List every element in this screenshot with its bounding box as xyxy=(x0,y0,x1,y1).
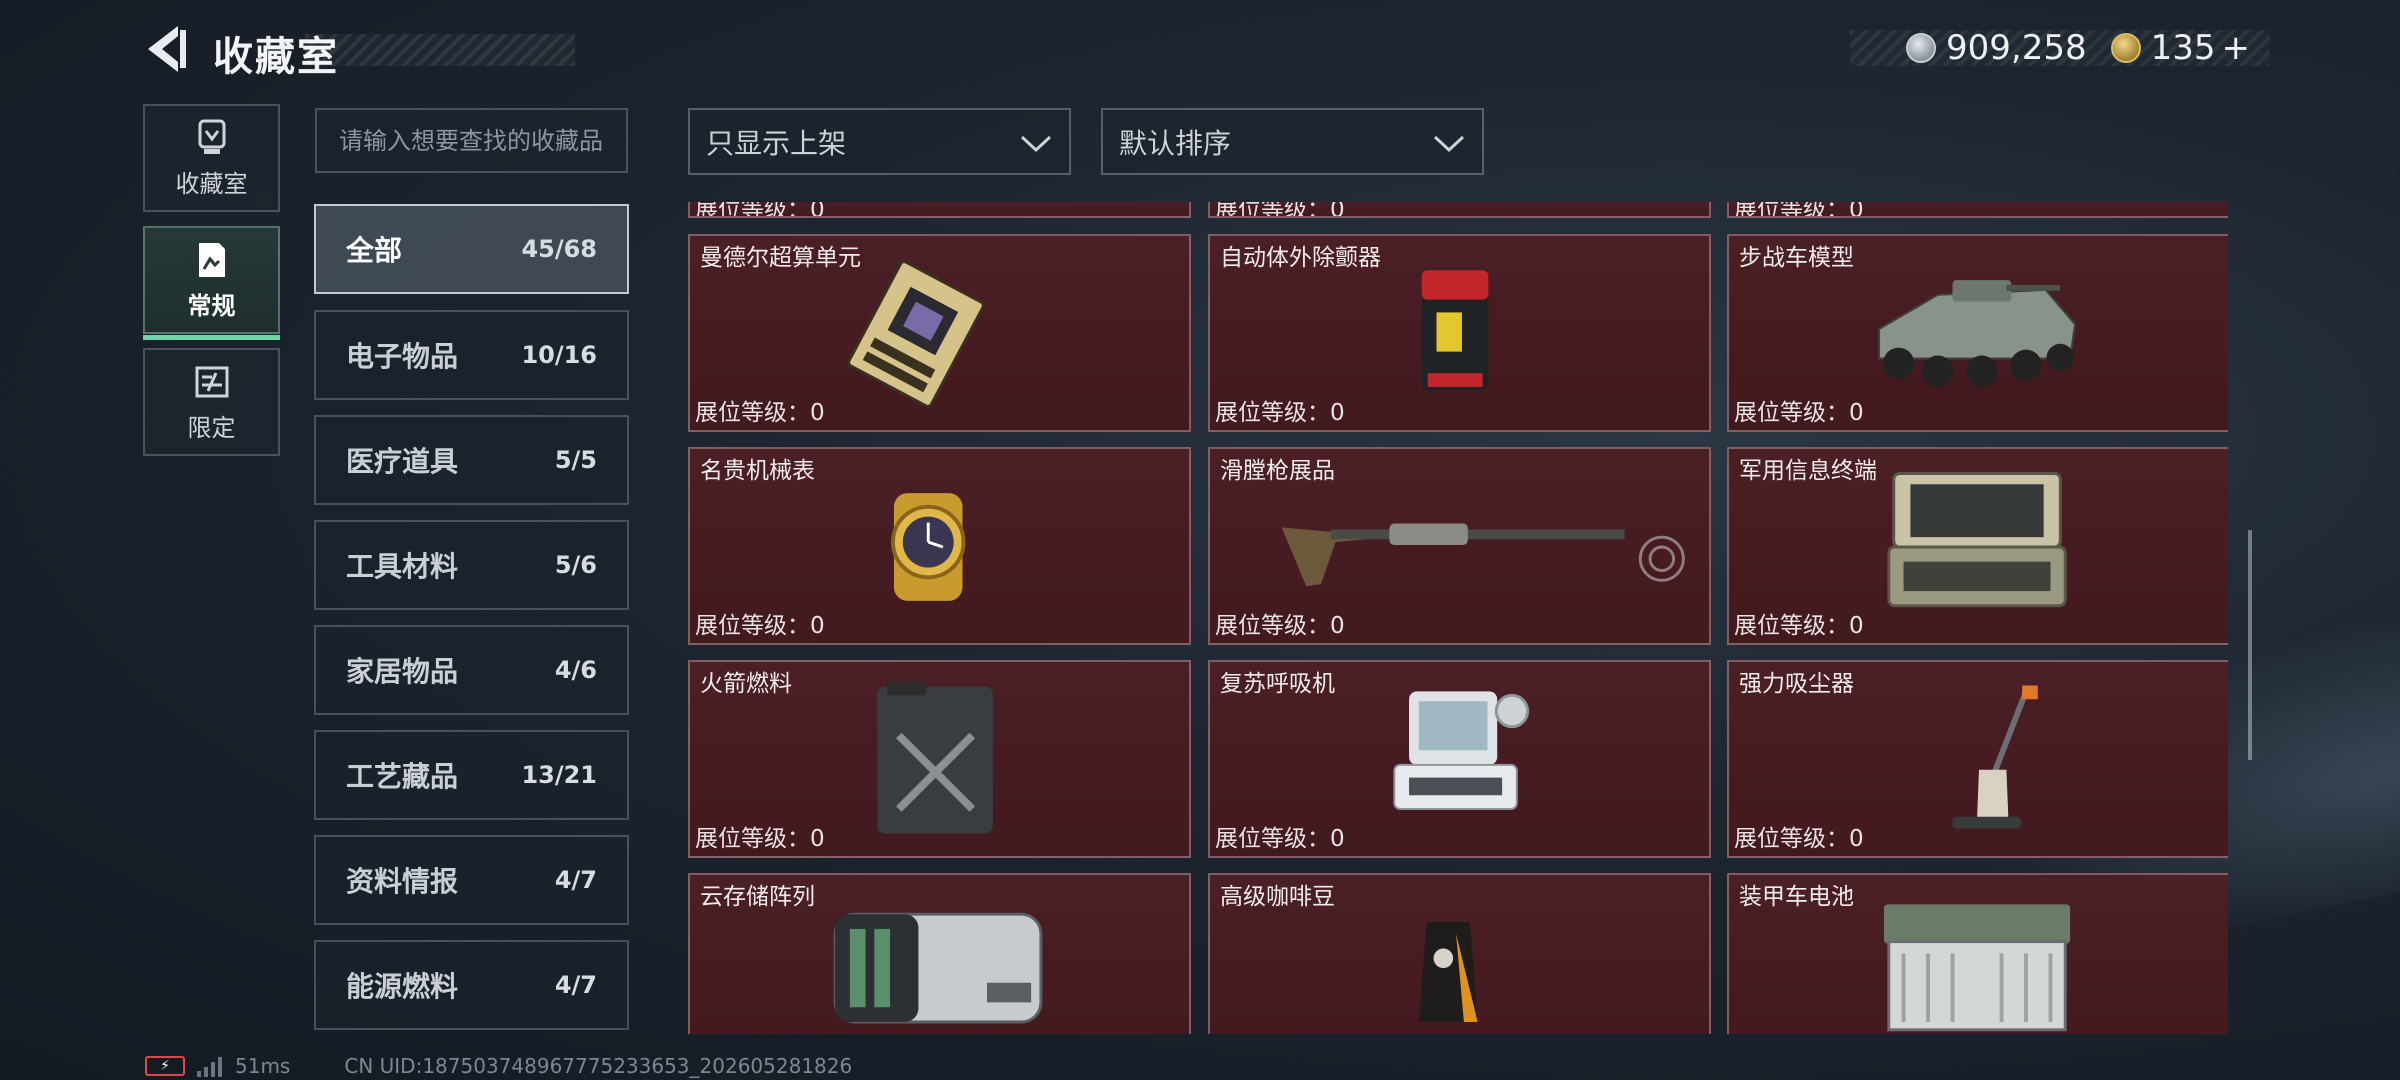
item-name: 强力吸尘器 xyxy=(1739,671,1854,697)
category-name: 资料情报 xyxy=(346,865,459,898)
collection-card[interactable]: 曼德尔超算单元 展位等级：0 xyxy=(688,234,1191,432)
item-name: 曼德尔超算单元 xyxy=(700,245,861,271)
category-name: 工艺藏品 xyxy=(346,760,459,793)
item-name: 军用信息终端 xyxy=(1739,458,1877,484)
sort-dropdown[interactable]: 默认排序 xyxy=(1101,108,1484,175)
ping-value: 51ms xyxy=(235,1054,291,1078)
signal-strength-icon xyxy=(197,1055,225,1077)
title-area: 收藏室 xyxy=(205,24,575,80)
add-currency-button[interactable]: + xyxy=(2222,28,2251,68)
item-name: 云存储阵列 xyxy=(700,884,815,910)
category-count: 4/7 xyxy=(554,971,597,999)
category-count: 13/21 xyxy=(521,761,597,789)
shelf-filter-dropdown[interactable]: 只显示上架 xyxy=(688,108,1071,175)
collection-grid: 展位等级：0 展位等级：0 展位等级：0 曼德尔超算单元 展位等级：0 自动体外… xyxy=(688,202,2228,1034)
collection-card[interactable]: 强力吸尘器 展位等级：0 xyxy=(1727,660,2228,858)
nav-item-collection-room[interactable]: 收藏室 xyxy=(143,104,280,212)
collection-card-partial[interactable]: 展位等级：0 xyxy=(1727,202,2228,218)
collection-card[interactable]: 滑膛枪展品 展位等级：0 xyxy=(1208,447,1711,645)
silver-currency-value: 909,258 xyxy=(1946,28,2087,68)
grid-scrollbar[interactable] xyxy=(2248,530,2252,760)
collection-card[interactable]: 装甲车电池 xyxy=(1727,873,2228,1034)
collection-card[interactable]: 自动体外除颤器 展位等级：0 xyxy=(1208,234,1711,432)
booth-level: 展位等级：0 xyxy=(1734,613,1864,639)
booth-level: 展位等级：0 xyxy=(695,202,825,218)
category-count: 5/5 xyxy=(554,446,597,474)
item-name: 装甲车电池 xyxy=(1739,884,1854,910)
category-intel[interactable]: 资料情报 4/7 xyxy=(314,835,629,925)
dropdown-value: 默认排序 xyxy=(1119,126,1232,160)
item-name: 步战车模型 xyxy=(1739,245,1854,271)
category-count: 10/16 xyxy=(521,341,597,369)
category-count: 4/6 xyxy=(554,656,597,684)
header: 收藏室 909,258 135 + xyxy=(0,0,2400,100)
category-name: 工具材料 xyxy=(346,550,459,583)
booth-level: 展位等级：0 xyxy=(1734,202,1864,218)
collection-card[interactable]: 高级咖啡豆 xyxy=(1208,873,1711,1034)
back-button[interactable] xyxy=(140,22,190,76)
nav-item-limited[interactable]: 限定 xyxy=(143,348,280,456)
category-count: 45/68 xyxy=(521,235,597,263)
user-uid: CN UID:1875037489677752336​53_2026052818… xyxy=(344,1054,853,1078)
category-household[interactable]: 家居物品 4/6 xyxy=(314,625,629,715)
item-name: 自动体外除颤器 xyxy=(1220,245,1381,271)
category-name: 家居物品 xyxy=(346,655,459,688)
category-name: 全部 xyxy=(346,234,403,267)
booth-level: 展位等级：0 xyxy=(695,826,825,852)
category-crafts[interactable]: 工艺藏品 13/21 xyxy=(314,730,629,820)
category-all[interactable]: 全部 45/68 xyxy=(314,204,629,294)
booth-level: 展位等级：0 xyxy=(1734,400,1864,426)
gold-currency-value: 135 xyxy=(2150,28,2216,68)
item-name: 滑膛枪展品 xyxy=(1220,458,1335,484)
document-icon xyxy=(192,240,232,280)
category-tools[interactable]: 工具材料 5/6 xyxy=(314,520,629,610)
collection-card[interactable]: 军用信息终端 展位等级：0 xyxy=(1727,447,2228,645)
collection-card[interactable]: 名贵机械表 展位等级：0 xyxy=(688,447,1191,645)
silver-coin-icon xyxy=(1906,33,1936,63)
nav-item-regular[interactable]: 常规 xyxy=(143,226,280,340)
collection-card[interactable]: 复苏呼吸机 展位等级：0 xyxy=(1208,660,1711,858)
collection-card[interactable]: 云存储阵列 xyxy=(688,873,1191,1034)
trophy-icon xyxy=(192,118,232,158)
booth-level: 展位等级：0 xyxy=(1215,400,1345,426)
item-name: 火箭燃料 xyxy=(700,671,792,697)
gold-token-icon xyxy=(2110,33,2141,63)
booth-level: 展位等级：0 xyxy=(1215,202,1345,218)
nav-label: 限定 xyxy=(187,413,236,442)
dropdown-value: 只显示上架 xyxy=(706,126,847,160)
collection-card-partial[interactable]: 展位等级：0 xyxy=(1208,202,1711,218)
currency-bar: 909,258 135 + xyxy=(1850,28,2270,68)
chevron-down-icon xyxy=(1020,135,1052,153)
nav-label: 收藏室 xyxy=(175,169,248,198)
nav-label: 常规 xyxy=(187,291,236,320)
search-input[interactable] xyxy=(315,108,628,173)
collection-card[interactable]: 火箭燃料 展位等级：0 xyxy=(688,660,1191,858)
category-energy[interactable]: 能源燃料 4/7 xyxy=(314,940,629,1030)
page-title: 收藏室 xyxy=(213,34,339,80)
limited-icon xyxy=(192,362,232,402)
item-name: 复苏呼吸机 xyxy=(1220,671,1335,697)
collection-card[interactable]: 步战车模型 展位等级：0 xyxy=(1727,234,2228,432)
category-name: 医疗道具 xyxy=(346,445,459,478)
booth-level: 展位等级：0 xyxy=(1215,613,1345,639)
category-medical[interactable]: 医疗道具 5/5 xyxy=(314,415,629,505)
back-arrow-icon xyxy=(148,26,186,72)
title-decoration xyxy=(305,34,575,66)
status-footer: ⚡ 51ms CN UID:1875037489677752336​53_202… xyxy=(145,1052,852,1080)
item-name: 名贵机械表 xyxy=(700,458,815,484)
category-count: 4/7 xyxy=(554,866,597,894)
booth-level: 展位等级：0 xyxy=(1734,826,1864,852)
category-electronics[interactable]: 电子物品 10/16 xyxy=(314,310,629,400)
item-name: 高级咖啡豆 xyxy=(1220,884,1335,910)
collection-card-partial[interactable]: 展位等级：0 xyxy=(688,202,1191,218)
category-name: 能源燃料 xyxy=(346,970,459,1003)
battery-charging-icon: ⚡ xyxy=(145,1056,185,1076)
booth-level: 展位等级：0 xyxy=(695,613,825,639)
category-name: 电子物品 xyxy=(346,340,459,373)
booth-level: 展位等级：0 xyxy=(1215,826,1345,852)
category-count: 5/6 xyxy=(554,551,597,579)
chevron-down-icon xyxy=(1433,135,1465,153)
booth-level: 展位等级：0 xyxy=(695,400,825,426)
